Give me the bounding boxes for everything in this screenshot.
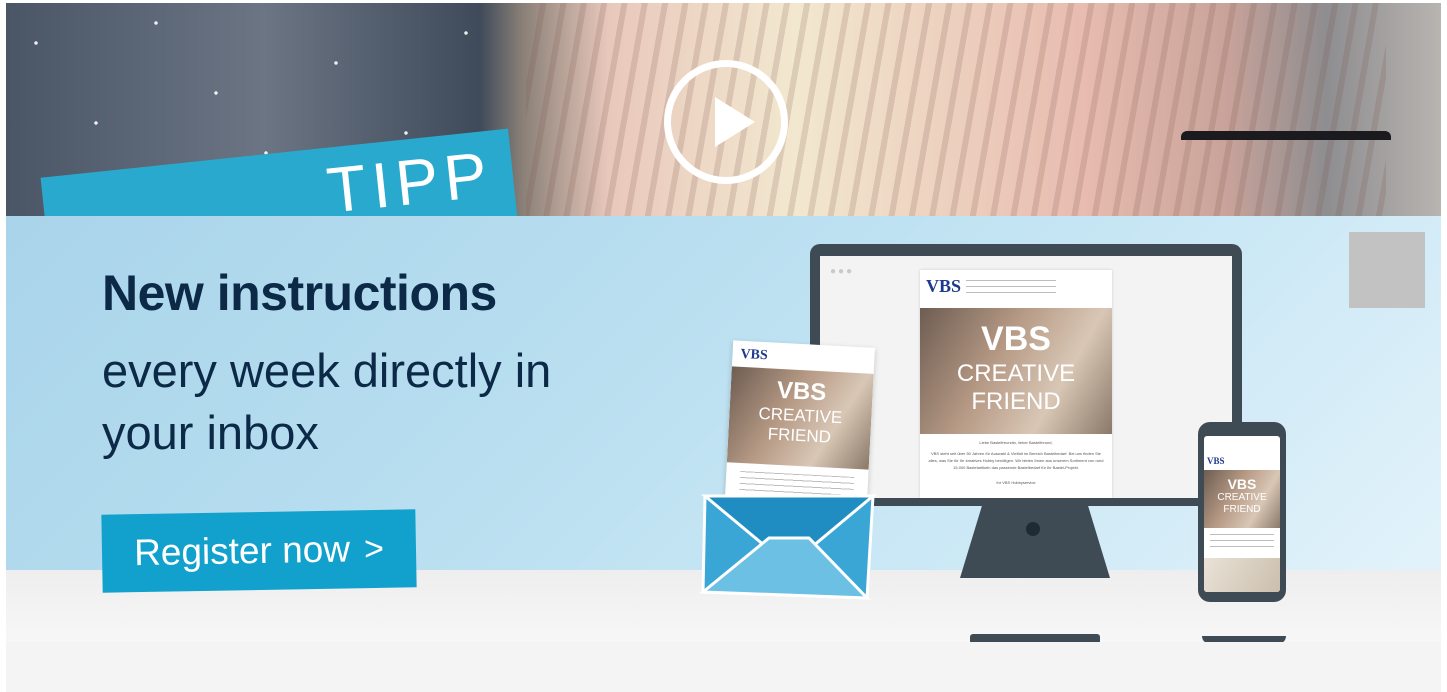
envelope-icon — [699, 494, 878, 600]
bottom-strip — [6, 642, 1441, 692]
desktop-monitor: ●●● VBS VBS CREATIVE FRIEND Liebe Bastel… — [810, 244, 1242, 506]
page: TIPP New instructions every week directl… — [0, 0, 1447, 692]
phone-hero-photo: VBS CREATIVE FRIEND — [1204, 470, 1280, 528]
email-header: VBS — [926, 276, 1106, 304]
email-signature: Ihr VBS Hobbyservice — [996, 480, 1036, 485]
promo-subline: every week directly in your inbox — [102, 344, 552, 459]
phone-text-lines — [1210, 534, 1274, 552]
glasses-image — [1181, 131, 1391, 176]
play-circle-icon — [715, 97, 755, 147]
chevron-right-icon: > — [363, 529, 385, 568]
promo-headline: New instructions — [102, 265, 497, 321]
monitor-power-icon — [1026, 522, 1040, 536]
knit-hat-image — [526, 3, 1386, 216]
email-greeting: Liebe Bastelfreundin, lieber Bastelfreun… — [979, 440, 1053, 445]
phone-brand-1: VBS — [1227, 476, 1257, 492]
phone-brand-2: CREATIVE — [1217, 492, 1267, 503]
monitor-stand-base — [970, 634, 1100, 642]
vbs-logo: VBS — [926, 276, 962, 297]
email-hero-photo: VBS CREATIVE FRIEND — [920, 308, 1112, 434]
phone-vbs-logo: VBS — [1207, 456, 1225, 466]
hero-brand-1: VBS — [981, 320, 1051, 358]
register-label: Register now — [133, 528, 351, 574]
email-body: VBS steht seit über 50 Jahren für Auswah… — [928, 451, 1104, 470]
close-placeholder-box[interactable] — [1349, 232, 1425, 308]
header-text-lines — [966, 280, 1056, 294]
newsletter-email: VBS VBS CREATIVE FRIEND Liebe Bastelfreu… — [920, 270, 1112, 498]
window-dots-icon: ●●● — [830, 266, 855, 277]
register-now-button[interactable]: Register now > — [101, 509, 417, 593]
phone-brand-3: FRIEND — [1223, 504, 1261, 515]
monitor-stand — [960, 504, 1110, 578]
video-player[interactable]: TIPP — [6, 3, 1441, 216]
hero-brand-2: CREATIVE — [956, 360, 1076, 387]
phone-product-photo — [1204, 558, 1280, 592]
smartphone: VBS VBS CREATIVE FRIEND — [1198, 422, 1286, 602]
hero-brand-3: FRIEND — [971, 388, 1061, 415]
tablet-vbs-logo: VBS — [740, 346, 769, 365]
tablet-hero-photo: VBS CREATIVE FRIEND — [726, 366, 874, 470]
play-button[interactable] — [664, 60, 788, 184]
monitor-screen: ●●● VBS VBS CREATIVE FRIEND Liebe Bastel… — [820, 256, 1232, 498]
phone-screen: VBS VBS CREATIVE FRIEND — [1204, 436, 1280, 592]
newsletter-banner: New instructions every week directly in … — [6, 216, 1441, 642]
